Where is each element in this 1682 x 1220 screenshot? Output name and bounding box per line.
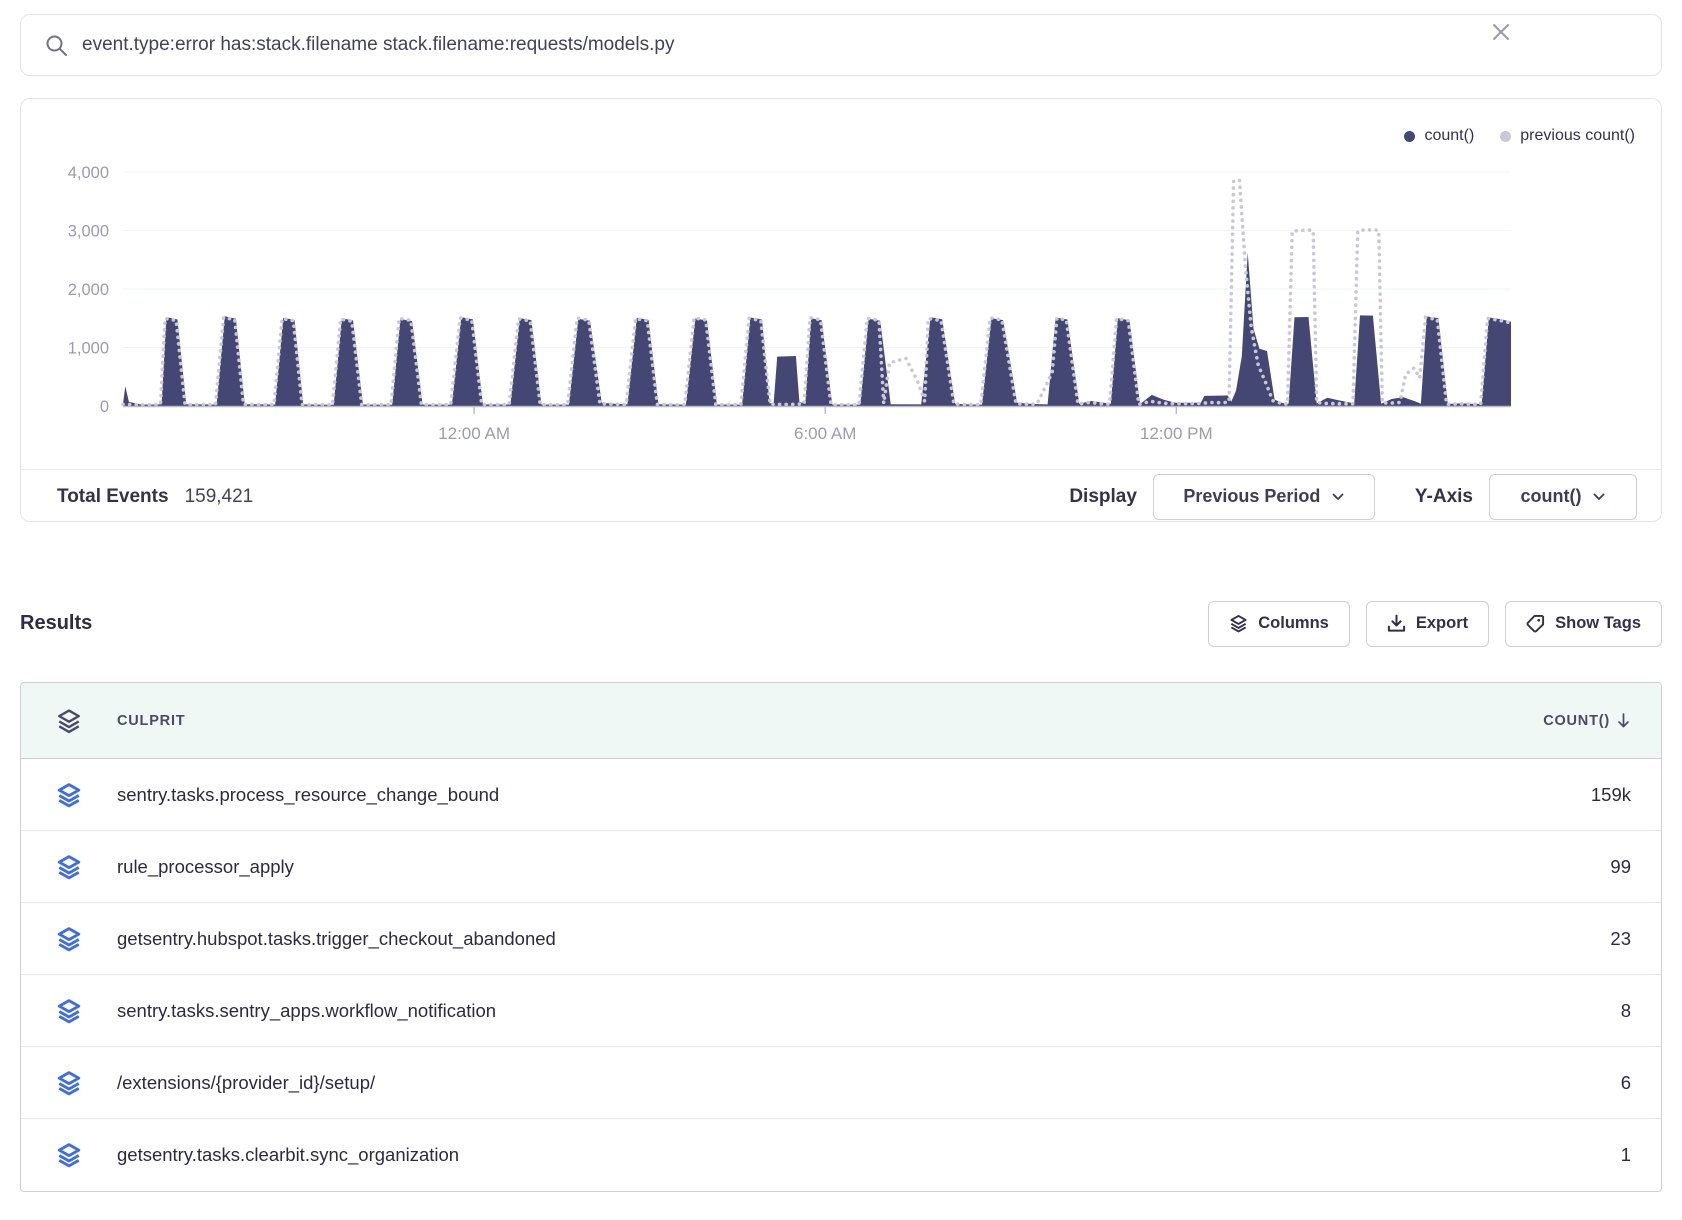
legend-dot-previous-count — [1500, 131, 1511, 142]
stack-icon — [56, 708, 82, 734]
total-events-value: 159,421 — [185, 486, 254, 508]
svg-text:12:00 PM: 12:00 PM — [1140, 424, 1213, 443]
results-header-row: Results Columns Export Show Tags — [20, 600, 1662, 647]
chevron-down-icon — [1593, 493, 1605, 501]
column-header-culprit[interactable]: CULPRIT — [117, 713, 1401, 729]
yaxis-dropdown-value: count() — [1521, 486, 1582, 507]
count-cell: 159k — [1591, 784, 1661, 806]
stack-icon — [56, 854, 82, 880]
legend-label-previous-count: previous count() — [1520, 127, 1635, 145]
yaxis-dropdown[interactable]: count() — [1489, 474, 1637, 520]
layers-icon — [1229, 614, 1248, 633]
culprit-cell[interactable]: rule_processor_apply — [117, 856, 1401, 878]
tag-icon — [1526, 614, 1545, 633]
table-row[interactable]: /extensions/{provider_id}/setup/ 6 — [21, 1047, 1661, 1119]
total-events-label: Total Events — [57, 486, 169, 508]
results-table: CULPRIT COUNT() sentry.tasks.process_res… — [20, 682, 1662, 1192]
table-row[interactable]: getsentry.hubspot.tasks.trigger_checkout… — [21, 903, 1661, 975]
culprit-cell[interactable]: sentry.tasks.sentry_apps.workflow_notifi… — [117, 1000, 1401, 1022]
chart-legend: count() previous count() — [1404, 127, 1635, 145]
stack-icon — [56, 926, 82, 952]
legend-dot-count — [1404, 131, 1415, 142]
download-icon — [1387, 614, 1406, 633]
search-icon — [45, 34, 68, 57]
legend-label-count: count() — [1424, 127, 1474, 145]
svg-text:2,000: 2,000 — [68, 281, 109, 299]
stack-icon — [56, 782, 82, 808]
legend-item-previous-count[interactable]: previous count() — [1500, 127, 1635, 145]
events-chart-panel: count() previous count() 0 1,000 2,000 3,00… — [20, 98, 1662, 522]
count-cell: 99 — [1610, 856, 1661, 878]
sort-desc-arrow-icon — [1616, 712, 1631, 729]
yaxis-label: Y-Axis — [1415, 486, 1473, 508]
count-cell: 1 — [1621, 1144, 1661, 1166]
stack-icon — [56, 998, 82, 1024]
legend-item-count[interactable]: count() — [1404, 127, 1474, 145]
events-area-chart: 0 1,000 2,000 3,000 4,000 12:00 AM 6:00 AM 12:0… — [21, 159, 1663, 459]
stack-icon — [56, 1142, 82, 1168]
columns-button-label: Columns — [1258, 614, 1329, 633]
count-cell: 8 — [1621, 1000, 1661, 1022]
table-header-row: CULPRIT COUNT() — [21, 683, 1661, 759]
table-row[interactable]: sentry.tasks.process_resource_change_bou… — [21, 759, 1661, 831]
search-bar — [20, 14, 1662, 76]
table-row[interactable]: sentry.tasks.sentry_apps.workflow_notifi… — [21, 975, 1661, 1047]
svg-text:12:00 AM: 12:00 AM — [438, 424, 510, 443]
svg-text:3,000: 3,000 — [68, 223, 109, 241]
svg-text:1,000: 1,000 — [68, 340, 109, 358]
count-cell: 23 — [1610, 928, 1661, 950]
columns-button[interactable]: Columns — [1208, 601, 1350, 647]
export-button[interactable]: Export — [1366, 601, 1489, 647]
export-button-label: Export — [1416, 614, 1468, 633]
column-header-count[interactable]: COUNT() — [1543, 712, 1661, 729]
table-row[interactable]: rule_processor_apply 99 — [21, 831, 1661, 903]
show-tags-button-label: Show Tags — [1555, 614, 1641, 633]
show-tags-button[interactable]: Show Tags — [1505, 601, 1662, 647]
results-heading: Results — [20, 612, 92, 635]
culprit-cell[interactable]: getsentry.tasks.clearbit.sync_organizati… — [117, 1144, 1401, 1166]
culprit-cell[interactable]: sentry.tasks.process_resource_change_bou… — [117, 784, 1401, 806]
display-dropdown-value: Previous Period — [1183, 486, 1320, 507]
svg-text:4,000: 4,000 — [68, 164, 109, 182]
chart-footer: Total Events 159,421 Display Previous Pe… — [21, 469, 1661, 523]
culprit-cell[interactable]: getsentry.hubspot.tasks.trigger_checkout… — [117, 928, 1401, 950]
count-cell: 6 — [1621, 1072, 1661, 1094]
display-label: Display — [1069, 486, 1137, 508]
table-row[interactable]: getsentry.tasks.clearbit.sync_organizati… — [21, 1119, 1661, 1191]
table-body: sentry.tasks.process_resource_change_bou… — [21, 759, 1661, 1191]
svg-text:0: 0 — [100, 398, 109, 416]
search-input[interactable] — [82, 34, 1637, 56]
svg-text:6:00 AM: 6:00 AM — [794, 424, 856, 443]
search-clear-icon[interactable] — [1488, 19, 1514, 45]
display-dropdown[interactable]: Previous Period — [1153, 474, 1375, 520]
chevron-down-icon — [1332, 493, 1344, 501]
stack-icon — [56, 1070, 82, 1096]
culprit-cell[interactable]: /extensions/{provider_id}/setup/ — [117, 1072, 1401, 1094]
